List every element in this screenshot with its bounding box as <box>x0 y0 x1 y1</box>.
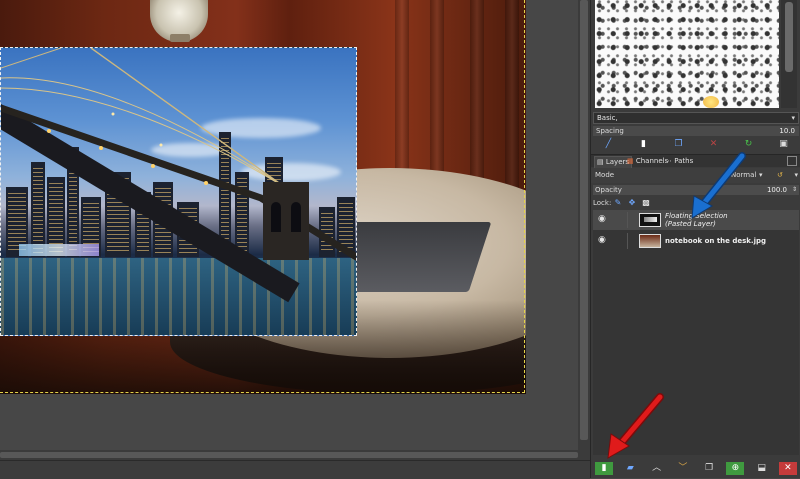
lock-row: Lock: ✎ ✥ ▩ <box>591 197 800 209</box>
dock-menu-icon[interactable] <box>787 156 797 166</box>
duplicate-brush-icon[interactable]: ❐ <box>671 138 687 150</box>
delete-layer-button[interactable]: ✕ <box>778 461 797 475</box>
brush-grid[interactable] <box>595 0 779 108</box>
layers-actions-toolbar: ▮ ▰ ︿ ﹀ ❐ ⊕ ⬓ ✕ <box>591 460 800 476</box>
layer-name[interactable]: notebook on the desk.jpg <box>665 237 797 245</box>
chevron-down-icon[interactable]: ▾ <box>759 168 763 183</box>
link-toggle[interactable] <box>615 233 628 249</box>
eye-icon[interactable]: ◉ <box>598 236 609 245</box>
chevron-down-icon[interactable]: ▾ <box>791 113 795 123</box>
lock-alpha-icon[interactable]: ▩ <box>641 198 651 208</box>
opacity-slider[interactable]: Opacity 100.0 ⇕ <box>593 185 799 195</box>
delete-brush-icon[interactable]: ✕ <box>706 138 722 150</box>
brush-actions-toolbar: ╱ ▮ ❐ ✕ ↻ ▣ <box>591 137 800 151</box>
brush-list-scrollbar[interactable] <box>781 0 797 108</box>
layer-row-floating-selection[interactable]: ◉ Floating Selection (Pasted Layer) <box>593 210 799 230</box>
layers-dialog-tabs: ▤ Layers ▦ Channels ⋯ Paths <box>591 154 800 169</box>
new-layer-button[interactable]: ▮ <box>595 461 614 475</box>
vertical-scrollbar-thumb[interactable] <box>580 0 588 440</box>
tab-paths-label: Paths <box>674 157 694 165</box>
brush-list-scrollbar-thumb[interactable] <box>785 2 793 72</box>
layer-mode-row: Mode Normal ▾ ↺ ▾ <box>591 168 800 183</box>
lock-position-icon[interactable]: ✥ <box>627 198 637 208</box>
mode-label: Mode <box>595 171 615 179</box>
brush-name-text: Basic, <box>597 114 618 122</box>
layer-thumbnail <box>639 213 661 227</box>
bridge-tower <box>263 182 309 260</box>
link-toggle[interactable] <box>615 212 628 228</box>
channels-icon: ▦ <box>627 157 634 165</box>
brush-name-field[interactable]: Basic, ▾ <box>593 112 799 124</box>
lower-layer-icon[interactable]: ﹀ <box>674 462 692 475</box>
edit-brush-icon[interactable]: ╱ <box>601 138 617 150</box>
raise-layer-icon[interactable]: ︿ <box>648 462 666 475</box>
spacing-value: 10.0 <box>779 127 795 135</box>
vertical-scrollbar[interactable] <box>578 0 590 460</box>
spacing-slider[interactable]: Spacing 10.0 <box>593 126 799 136</box>
new-brush-icon[interactable]: ▮ <box>636 138 652 150</box>
layer-name-line2: (Pasted Layer) <box>665 220 716 228</box>
chevron-down-icon[interactable]: ▾ <box>794 168 798 183</box>
layers-icon: ▤ <box>597 158 604 166</box>
new-layer-group-icon[interactable]: ▰ <box>621 462 639 475</box>
eye-icon[interactable]: ◉ <box>598 215 609 224</box>
brush-as-image-icon[interactable]: ▣ <box>776 138 792 150</box>
horizontal-scrollbar[interactable] <box>0 450 590 460</box>
floating-selection-image[interactable] <box>0 47 357 336</box>
image-canvas[interactable] <box>0 0 578 460</box>
duplicate-layer-icon[interactable]: ❐ <box>700 462 718 475</box>
status-bar <box>0 460 590 479</box>
layer-name[interactable]: Floating Selection (Pasted Layer) <box>665 212 797 228</box>
right-dock: Basic, ▾ Spacing 10.0 ╱ ▮ ❐ ✕ ↻ ▣ ▤ Laye… <box>590 0 800 478</box>
spin-buttons-icon[interactable]: ⇕ <box>792 185 797 195</box>
lock-label: Lock: <box>593 199 612 207</box>
layers-list: ◉ Floating Selection (Pasted Layer) ◉ no… <box>593 210 799 455</box>
mode-dropdown[interactable]: Normal <box>731 168 756 183</box>
lamp-base <box>170 34 190 42</box>
spacing-label: Spacing <box>596 127 624 135</box>
layer-row-notebook[interactable]: ◉ notebook on the desk.jpg <box>593 231 799 251</box>
paths-icon: ⋯ <box>665 157 672 165</box>
horizontal-scrollbar-thumb[interactable] <box>0 452 578 458</box>
merge-down-icon[interactable]: ⬓ <box>753 462 771 475</box>
tab-paths[interactable]: ⋯ Paths <box>663 156 695 167</box>
opacity-value: 100.0 <box>766 186 787 194</box>
reset-mode-icon[interactable]: ↺ <box>777 168 783 183</box>
refresh-brushes-icon[interactable]: ↻ <box>741 138 757 150</box>
opacity-label: Opacity <box>595 186 622 194</box>
layer-name-line1: Floating Selection <box>665 212 728 220</box>
lock-pixels-icon[interactable]: ✎ <box>613 198 623 208</box>
anchor-layer-button[interactable]: ⊕ <box>726 461 745 475</box>
layer-thumbnail <box>639 234 661 248</box>
selected-brush-thumbnail[interactable] <box>703 96 719 108</box>
